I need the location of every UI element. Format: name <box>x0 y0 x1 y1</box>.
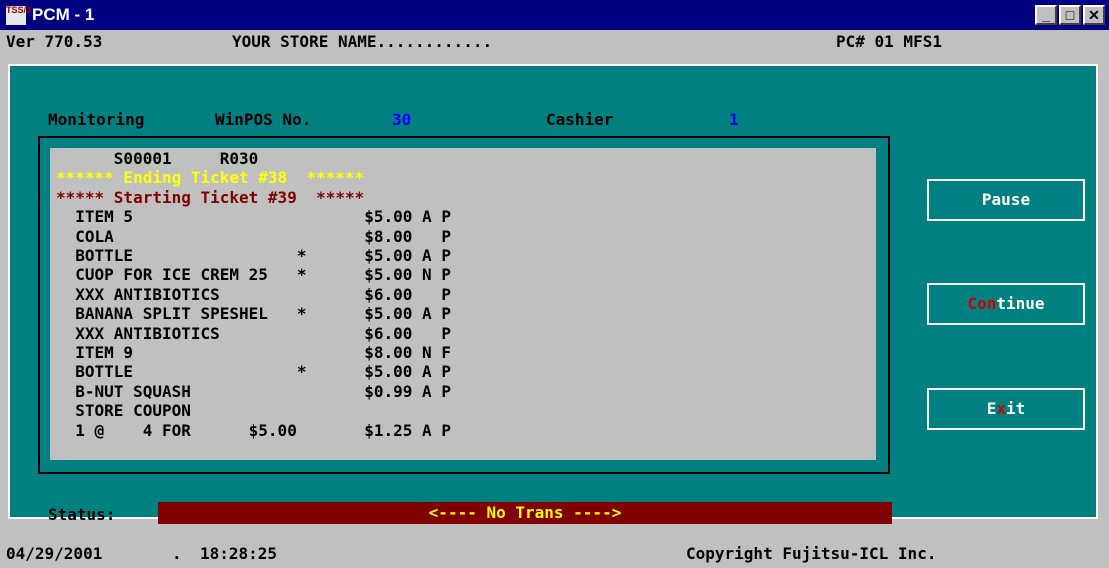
receipt-line: ITEM 9 $8.00 N F <box>56 343 451 362</box>
status-label: Status: <box>48 505 116 524</box>
receipt-journal: S00001 R030 ****** Ending Ticket #38 ****… <box>50 148 876 460</box>
monitor-panel: Monitoring WinPOS No. 30 Cashier 1 S0000… <box>8 64 1098 524</box>
info-bar: Ver 770.53 YOUR STORE NAME............ P… <box>0 30 1109 54</box>
continue-button-label: tinue <box>996 294 1045 313</box>
window-controls: _ □ ✕ <box>1035 5 1105 25</box>
continue-button-accent: Con <box>967 294 997 313</box>
receipt-line: ****** Ending Ticket #38 ****** <box>56 168 365 188</box>
receipt-line: BOTTLE * $5.00 A P <box>56 362 451 382</box>
continue-button[interactable]: Continue <box>927 283 1085 325</box>
receipt-line: XXX ANTIBIOTICS $6.00 P <box>56 323 451 343</box>
status-footer: 04/29/2001 . 18:28:25 Copyright Fujitsu-… <box>0 540 1109 568</box>
receipt-line: XXX ANTIBIOTICS $6.00 P <box>56 284 451 304</box>
maximize-button[interactable]: □ <box>1059 5 1081 25</box>
receipt-frame: S00001 R030 ****** Ending Ticket #38 ****… <box>38 136 890 474</box>
title-bar: TSS/3 PCM - 1 _ □ ✕ <box>0 0 1109 30</box>
exit-button[interactable]: Exit <box>927 388 1085 430</box>
app-icon: TSS/3 <box>6 6 31 25</box>
version-text: Ver 770.53 <box>6 32 103 51</box>
winpos-value: 30 <box>392 110 412 129</box>
receipt-line: BANANA SPLIT SPESHEL * $5.00 A P <box>56 304 451 324</box>
minimize-button[interactable]: _ <box>1035 5 1057 25</box>
status-value: <---- No Trans ----> <box>158 502 892 524</box>
close-button[interactable]: ✕ <box>1083 5 1105 25</box>
cashier-label: Cashier <box>546 110 614 129</box>
pause-button-label: Pause <box>981 190 1031 209</box>
copyright-text: Copyright Fujitsu-ICL Inc. <box>686 544 937 563</box>
exit-button-label-pre: E <box>986 399 997 418</box>
receipt-line: ***** Starting Ticket #39 ***** <box>56 187 365 207</box>
winpos-label: WinPOS No. <box>215 110 312 129</box>
receipt-line: CUOP FOR ICE CREM 25 * $5.00 N P <box>56 265 451 285</box>
store-name: YOUR STORE NAME............ <box>232 32 493 51</box>
receipt-line: 1 @ 4 FOR $5.00 $1.25 A P <box>56 420 451 440</box>
receipt-line: STORE COUPON <box>56 401 191 421</box>
receipt-line: COLA $8.00 P <box>56 226 451 246</box>
exit-button-label-post: it <box>1006 399 1026 418</box>
pc-id: PC# 01 MFS1 <box>836 32 942 51</box>
time-text: 18:28:25 <box>200 544 278 563</box>
date-text: 04/29/2001 <box>6 544 103 563</box>
receipt-line: S00001 R030 <box>56 149 259 168</box>
monitoring-label: Monitoring <box>48 110 145 129</box>
window-title: PCM - 1 <box>32 5 95 24</box>
cashier-value: 1 <box>729 110 739 129</box>
date-time-separator: . <box>172 544 182 563</box>
receipt-line: BOTTLE * $5.00 A P <box>56 246 451 265</box>
pause-button[interactable]: Pause <box>927 179 1085 221</box>
receipt-line: ITEM 5 $5.00 A P <box>56 207 451 227</box>
receipt-line: B-NUT SQUASH $0.99 A P <box>56 381 451 401</box>
exit-button-accent: x <box>996 399 1006 418</box>
